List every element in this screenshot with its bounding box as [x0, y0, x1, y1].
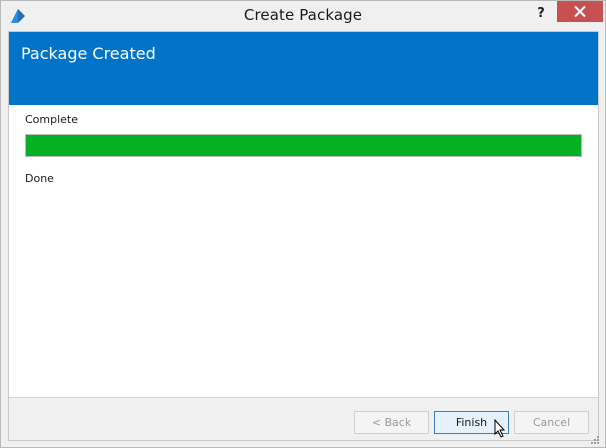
progress-bar-fill [26, 135, 581, 156]
resize-grip-icon[interactable] [589, 431, 601, 448]
help-button[interactable]: ? [531, 3, 551, 25]
back-button[interactable]: < Back [354, 411, 429, 434]
page-title: Package Created [21, 44, 156, 63]
title-bar: Create Package ? [1, 1, 605, 31]
create-package-dialog: Create Package ? Package Created Complet… [0, 0, 606, 448]
close-button[interactable] [557, 1, 603, 22]
progress-bar [25, 134, 582, 157]
close-icon [574, 6, 586, 17]
dialog-content: Package Created Complete Done < Back Fin… [8, 31, 599, 441]
progress-detail-label: Done [25, 172, 54, 185]
cancel-button[interactable]: Cancel [514, 411, 589, 434]
mouse-pointer-icon [494, 418, 506, 443]
button-bar: < Back Finish Cancel [9, 397, 598, 440]
progress-status-label: Complete [25, 113, 79, 126]
header-banner: Package Created [9, 32, 598, 105]
window-title: Create Package [243, 6, 363, 24]
